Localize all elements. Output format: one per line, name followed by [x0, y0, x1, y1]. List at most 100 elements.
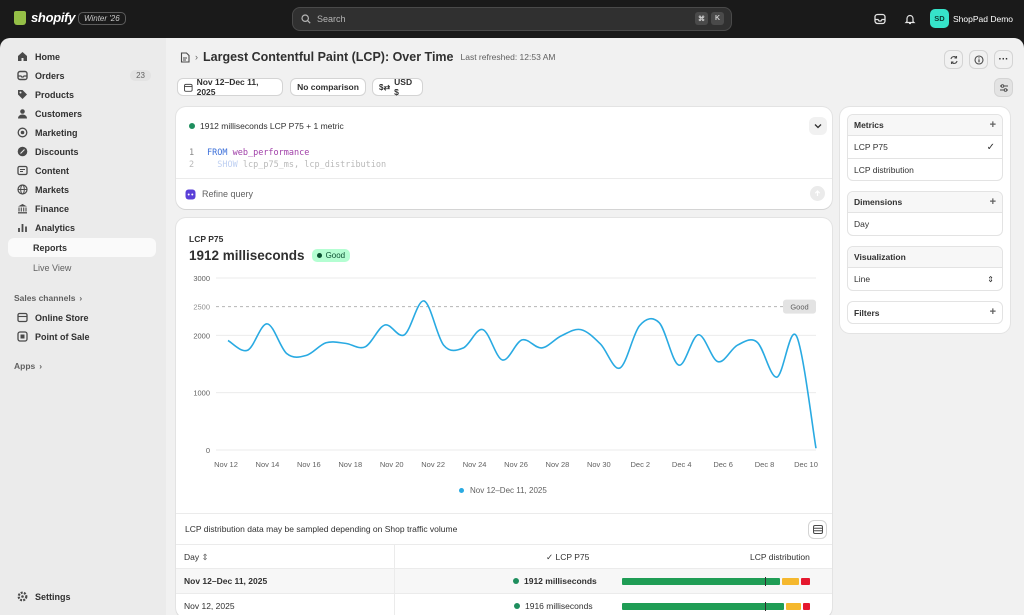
sidebar-item-settings[interactable]: Settings — [8, 587, 156, 606]
visualization-select[interactable]: Line ⇕ — [848, 268, 1002, 290]
sidebar-item-content[interactable]: Content — [8, 161, 156, 180]
sidebar-item-reports[interactable]: Reports — [8, 238, 156, 257]
refine-query-bar[interactable]: Refine query — [176, 178, 832, 209]
sidebar-item-marketing[interactable]: Marketing — [8, 123, 156, 142]
sidebar-item-orders[interactable]: Orders 23 — [8, 66, 156, 85]
info-button[interactable] — [969, 50, 988, 69]
sort-icon: ⇕ — [201, 552, 209, 562]
chevron-right-icon: › — [79, 293, 83, 303]
column-label: Day — [184, 552, 200, 562]
date-range-picker[interactable]: Nov 12–Dec 11, 2025 — [177, 77, 283, 97]
add-metric-icon[interactable]: + — [990, 119, 996, 131]
distribution-segment-poor — [802, 603, 810, 610]
pos-icon — [16, 331, 28, 342]
x-tick-label: Nov 18 — [338, 460, 362, 469]
add-dimension-icon[interactable]: + — [990, 196, 996, 208]
column-divider — [394, 545, 395, 569]
chevron-right-icon: › — [39, 361, 43, 371]
table-row[interactable]: Nov 12–Dec 11, 2025 1912 milliseconds — [176, 568, 832, 594]
y-tick-label: 1000 — [193, 389, 210, 398]
sidebar-item-discounts[interactable]: Discounts — [8, 142, 156, 161]
store-name: ShopPad Demo — [953, 13, 1014, 24]
x-tick-label: Dec 6 — [713, 460, 733, 469]
x-tick-label: Dec 4 — [672, 460, 692, 469]
table-row[interactable]: Nov 12, 2025 1916 milliseconds — [176, 593, 832, 615]
column-header-distribution[interactable]: LCP distribution — [750, 552, 810, 562]
add-filter-icon[interactable]: + — [990, 306, 996, 318]
discount-icon — [16, 146, 28, 157]
comparison-picker[interactable]: No comparison — [290, 78, 366, 96]
sidebar-item-label: Finance — [35, 203, 70, 214]
status-dot — [513, 578, 519, 584]
content-icon — [16, 165, 28, 176]
currency-picker[interactable]: $⇄ USD $ — [372, 77, 423, 97]
sales-channels-heading[interactable]: Sales channels › — [14, 293, 82, 303]
sql-keyword: FROM — [207, 148, 228, 158]
dimension-item-day[interactable]: Day — [848, 213, 1002, 235]
table-icon — [812, 525, 823, 534]
sidebar-item-home[interactable]: Home — [8, 47, 156, 66]
sales-channels-label: Sales channels — [14, 293, 76, 303]
visualization-title: Visualization — [854, 252, 906, 262]
column-header-day[interactable]: Day ⇕ — [184, 552, 209, 563]
submit-query-button[interactable] — [810, 186, 825, 201]
refresh-button[interactable] — [944, 50, 963, 69]
y-tick-label: 0 — [206, 446, 210, 455]
sql-identifier: lcp_p75_ms, lcp_distribution — [242, 160, 387, 170]
filters-heading: Filters + — [848, 302, 1002, 323]
series-line — [227, 300, 817, 449]
sidebar-item-live-view[interactable]: Live View — [33, 263, 71, 273]
metrics-title: Metrics — [854, 120, 884, 130]
top-bar: shopify Winter '26 Search ⌘ K SD ShopPad… — [0, 0, 1024, 38]
column-label: LCP P75 — [555, 552, 590, 562]
search-placeholder: Search — [317, 14, 346, 24]
status-dot — [189, 123, 195, 129]
table-view-button[interactable] — [808, 520, 827, 539]
sidebar-item-point-of-sale[interactable]: Point of Sale — [8, 327, 156, 346]
customize-button[interactable] — [994, 78, 1013, 97]
dimensions-section: Dimensions + Day — [847, 191, 1003, 236]
sidebar-item-products[interactable]: Products — [8, 85, 156, 104]
more-actions-button[interactable]: ··· — [994, 50, 1013, 69]
row-p75-value: 1916 milliseconds — [525, 601, 593, 611]
shopify-logo[interactable]: shopify — [14, 10, 75, 25]
filters-section[interactable]: Filters + — [847, 301, 1003, 324]
status-dot — [316, 253, 322, 258]
report-file-icon[interactable] — [180, 51, 190, 63]
edition-badge[interactable]: Winter '26 — [78, 12, 126, 25]
sidebar-item-online-store[interactable]: Online Store — [8, 308, 156, 327]
sidebar-item-customers[interactable]: Customers — [8, 104, 156, 123]
metric-item-lcp-distribution[interactable]: LCP distribution — [848, 158, 1002, 180]
legend-label: Nov 12–Dec 11, 2025 — [470, 486, 547, 495]
chart-card: LCP P75 1912 milliseconds Good 0 1000 2000 3… — [176, 218, 832, 615]
main-content: › Largest Contentful Paint (LCP): Over T… — [166, 38, 1024, 615]
orders-count-badge: 23 — [130, 70, 151, 81]
collapse-query-button[interactable] — [809, 117, 827, 135]
column-header-p75[interactable]: ✓ LCP P75 — [546, 552, 589, 563]
search-icon — [301, 14, 311, 24]
sidebar-item-finance[interactable]: Finance — [8, 199, 156, 218]
dimensions-heading: Dimensions + — [848, 192, 1002, 213]
distribution-segment-ni — [785, 603, 801, 610]
globe-icon — [16, 184, 28, 195]
x-tick-label: Dec 8 — [755, 460, 775, 469]
ellipsis-icon: ··· — [998, 53, 1009, 65]
search-input[interactable]: Search ⌘ K — [292, 7, 732, 31]
sidebar-item-label: Discounts — [35, 146, 79, 157]
store-switcher[interactable]: SD ShopPad Demo — [930, 9, 1013, 28]
comparison-label: No comparison — [297, 82, 359, 92]
apps-heading[interactable]: Apps › — [14, 361, 42, 371]
bell-icon[interactable] — [902, 11, 918, 27]
refine-query-input[interactable]: Refine query — [202, 189, 253, 199]
inbox-icon[interactable] — [872, 11, 888, 27]
sidebar-item-markets[interactable]: Markets — [8, 180, 156, 199]
query-code[interactable]: 1 FROM web_performance 2 SHOW lcp_p75_ms,… — [189, 147, 386, 171]
visualization-value: Line — [854, 274, 871, 284]
line-number: 2 — [189, 160, 195, 170]
sidebar-item-analytics[interactable]: Analytics — [8, 218, 156, 237]
sidebar-item-label: Point of Sale — [35, 331, 90, 342]
metric-item-lcp-p75[interactable]: LCP P75 ✓ — [848, 136, 1002, 158]
chart-legend[interactable]: Nov 12–Dec 11, 2025 — [459, 486, 547, 495]
orders-icon — [16, 70, 28, 81]
page-header: › Largest Contentful Paint (LCP): Over T… — [180, 50, 555, 64]
